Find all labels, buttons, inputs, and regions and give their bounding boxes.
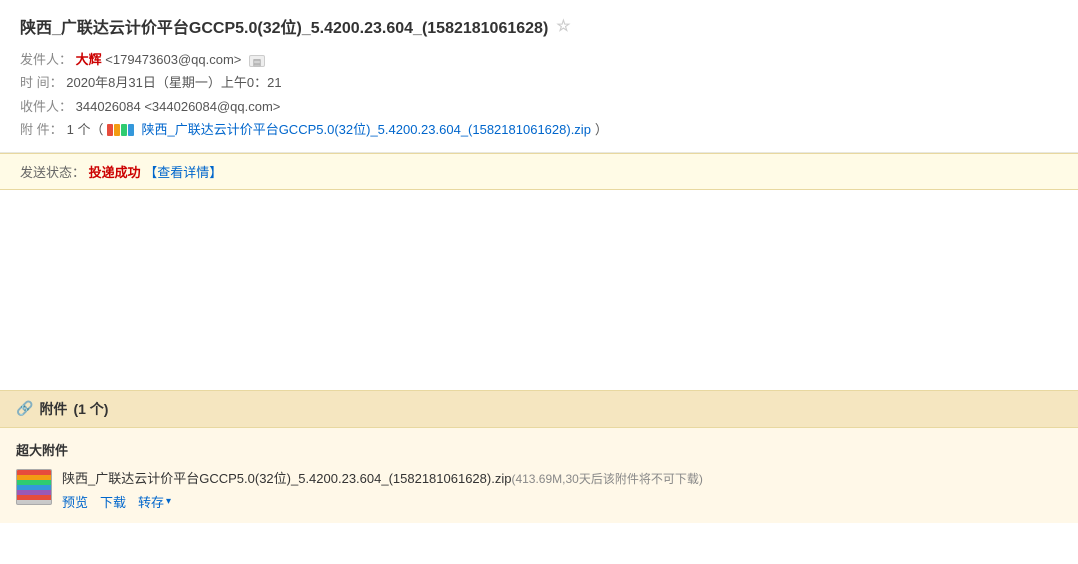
attachment-section-title: 附件 xyxy=(39,399,67,419)
zip-file-icon xyxy=(16,469,52,505)
oversized-label: 超大附件 xyxy=(16,440,1062,459)
attachment-section-header: 🔗 附件 (1 个) xyxy=(0,391,1078,428)
save-link[interactable]: 转存 xyxy=(138,492,164,511)
header-attachment-link[interactable]: 陕西_广联达云计价平台GCCP5.0(32位)_5.4200.23.604_(1… xyxy=(141,118,590,141)
contact-card-icon[interactable]: ▤ xyxy=(249,55,265,67)
send-status-detail-link[interactable]: 【查看详情】 xyxy=(144,165,222,180)
send-status-bar: 发送状态： 投递成功 【查看详情】 xyxy=(0,153,1078,190)
attachment-section: 🔗 附件 (1 个) 超大附件 xyxy=(0,390,1078,524)
recipient-value: 344026084 <344026084@qq.com> xyxy=(76,99,281,114)
recipient-row: 收件人： 344026084 <344026084@qq.com> xyxy=(20,95,1058,118)
download-link[interactable]: 下载 xyxy=(100,492,126,511)
attachment-count-text: 1 个（ xyxy=(67,118,104,141)
email-meta: 发件人： 大辉 <179473603@qq.com> ▤ 时 间： 2020年8… xyxy=(20,48,1058,142)
email-subject-row: 陕西_广联达云计价平台GCCP5.0(32位)_5.4200.23.604_(1… xyxy=(20,14,1058,38)
header-zip-icon xyxy=(107,124,134,136)
time-row: 时 间： 2020年8月31日（星期一）上午0：21 xyxy=(20,71,1058,94)
sender-name: 大辉 xyxy=(76,52,102,67)
time-label: 时 间： xyxy=(20,75,63,90)
recipient-label: 收件人： xyxy=(20,99,72,114)
sender-row: 发件人： 大辉 <179473603@qq.com> ▤ xyxy=(20,48,1058,71)
attachment-item: 陕西_广联达云计价平台GCCP5.0(32位)_5.4200.23.604_(1… xyxy=(16,469,1062,512)
send-status-label: 发送状态： xyxy=(20,165,85,180)
sender-label: 发件人： xyxy=(20,52,72,67)
attachment-info: 陕西_广联达云计价平台GCCP5.0(32位)_5.4200.23.604_(1… xyxy=(62,469,1062,512)
star-icon[interactable]: ☆ xyxy=(556,16,570,36)
attachment-filename: 陕西_广联达云计价平台GCCP5.0(32位)_5.4200.23.604_(1… xyxy=(62,469,1062,489)
save-dropdown-arrow[interactable]: ▾ xyxy=(166,496,171,507)
send-status-value: 投递成功 xyxy=(89,165,141,180)
sender-email: <179473603@qq.com> xyxy=(105,52,241,67)
email-container: 陕西_广联达云计价平台GCCP5.0(32位)_5.4200.23.604_(1… xyxy=(0,0,1078,564)
email-header: 陕西_广联达云计价平台GCCP5.0(32位)_5.4200.23.604_(1… xyxy=(0,0,1078,153)
attachment-file-note: (413.69M,30天后该附件将不可下载) xyxy=(511,472,702,486)
paperclip-icon: 🔗 xyxy=(16,400,33,417)
attachment-filename-text: 陕西_广联达云计价平台GCCP5.0(32位)_5.4200.23.604_(1… xyxy=(62,471,511,486)
header-attachment-row: 附 件： 1 个（ 陕西_广联达云计价平台GCCP5.0(32位)_5.4200… xyxy=(20,118,1058,141)
email-body xyxy=(0,190,1078,390)
subject-text: 陕西_广联达云计价平台GCCP5.0(32位)_5.4200.23.604_(1… xyxy=(20,14,548,38)
attachment-section-count: (1 个) xyxy=(73,399,108,419)
preview-link[interactable]: 预览 xyxy=(62,492,88,511)
attachment-body: 超大附件 xyxy=(0,428,1078,524)
attachment-label: 附 件： xyxy=(20,118,63,141)
attachment-close-paren: ） xyxy=(595,118,608,141)
time-value: 2020年8月31日（星期一）上午0：21 xyxy=(66,75,281,90)
save-dropdown[interactable]: 转存 ▾ xyxy=(138,492,171,511)
attachment-actions: 预览 下载 转存 ▾ xyxy=(62,492,1062,511)
